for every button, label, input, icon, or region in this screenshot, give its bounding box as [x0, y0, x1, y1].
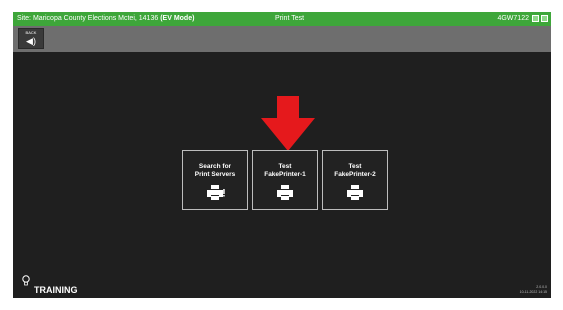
- mode-label: (EV Mode): [160, 15, 195, 22]
- test-fakeprinter-1-button[interactable]: Test FakePrinter-1: [252, 150, 318, 210]
- app-window: Site: Maricopa County Elections Mctei, 1…: [13, 12, 551, 298]
- device-id: 4GW7122: [497, 15, 529, 22]
- printer-icon: [347, 185, 363, 200]
- training-indicator: TRAINING: [22, 275, 78, 295]
- speaker-icon: ◀): [26, 36, 36, 46]
- printer-search-icon: [207, 185, 225, 200]
- status-indicator-icon: [532, 15, 539, 22]
- tile-label: Test FakePrinter-1: [264, 163, 306, 178]
- site-name: Site: Maricopa County Elections Mctei, 1…: [17, 15, 159, 22]
- back-button-label: BACK: [25, 30, 37, 35]
- timestamp: 10-11-2022 14:15: [519, 290, 547, 294]
- screen-title: Print Test: [275, 15, 305, 22]
- test-fakeprinter-2-button[interactable]: Test FakePrinter-2: [322, 150, 388, 210]
- lightbulb-icon: [22, 275, 30, 286]
- toolbar: BACK ◀): [13, 26, 551, 52]
- training-label: TRAINING: [34, 285, 78, 295]
- site-label: Site: Maricopa County Elections Mctei, 1…: [17, 15, 194, 22]
- title-bar: Site: Maricopa County Elections Mctei, 1…: [13, 12, 551, 26]
- status-indicator-icon: [541, 15, 548, 22]
- search-print-servers-button[interactable]: Search for Print Servers: [182, 150, 248, 210]
- red-arrow-icon: [261, 96, 315, 151]
- back-button[interactable]: BACK ◀): [18, 28, 44, 49]
- version-info: 2.0.0.0 10-11-2022 14:15: [520, 285, 547, 295]
- tile-label: Test FakePrinter-2: [334, 163, 376, 178]
- tile-label: Search for Print Servers: [194, 163, 236, 178]
- printer-icon: [277, 185, 293, 200]
